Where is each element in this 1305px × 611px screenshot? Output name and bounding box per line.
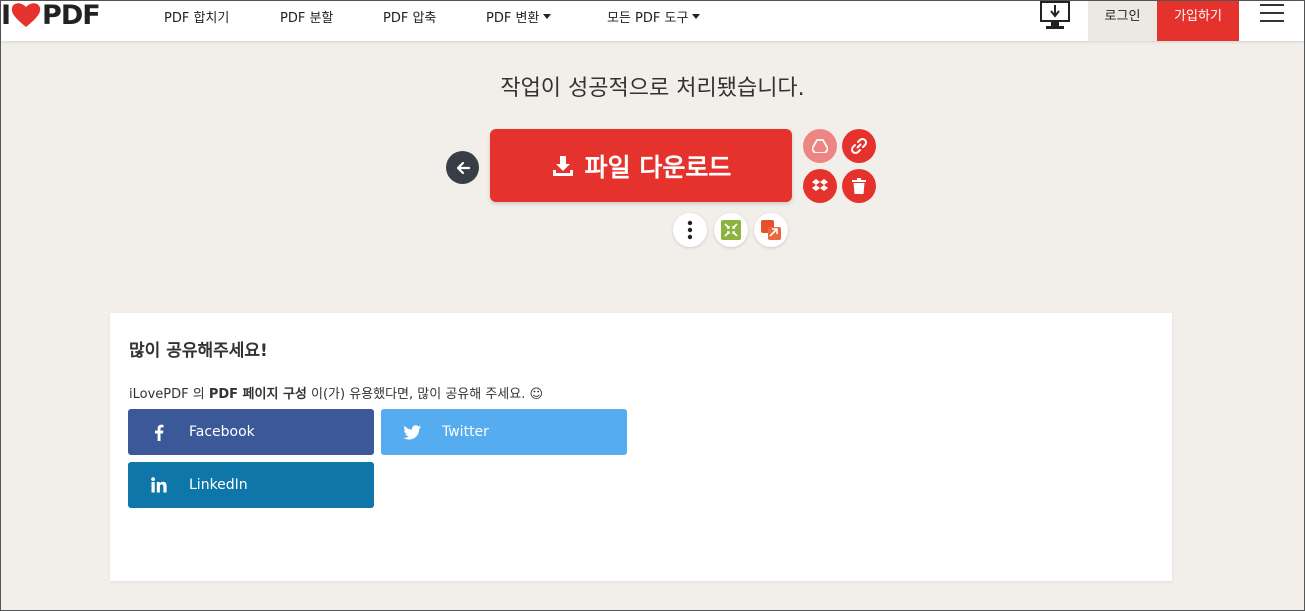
trash-icon: [852, 178, 866, 194]
more-options-button[interactable]: [673, 213, 707, 247]
logo-prefix: I: [1, 0, 11, 31]
logo-suffix: PDF: [42, 0, 101, 31]
compress-icon: [721, 220, 741, 240]
caret-down-icon: [692, 14, 701, 19]
nav-label: PDF 압축: [383, 11, 437, 26]
dropbox-icon: [812, 179, 828, 191]
nav-label: PDF 합치기: [164, 11, 230, 26]
back-arrow-button[interactable]: [446, 151, 479, 184]
caret-down-icon: [543, 14, 552, 19]
twitter-icon: [402, 424, 421, 439]
nav-label: 모든 PDF 도구: [607, 11, 689, 26]
delete-button[interactable]: [842, 169, 876, 203]
linkedin-share-button[interactable]: LinkedIn: [128, 462, 374, 508]
copy-link-button[interactable]: [842, 129, 876, 163]
linkedin-label: LinkedIn: [189, 477, 248, 493]
link-icon: [850, 137, 868, 155]
download-icon: [552, 155, 573, 176]
hamburger-menu-icon[interactable]: [1260, 4, 1284, 24]
nav-convert-pdf[interactable]: PDF 변환: [486, 7, 552, 26]
nav-merge-pdf[interactable]: PDF 합치기: [164, 7, 229, 26]
share-description: iLovePDF 의 PDF 페이지 구성 이(가) 유용했다면, 많이 공유해…: [129, 383, 543, 402]
desktop-download-icon[interactable]: [1039, 1, 1071, 31]
share-text-prefix: iLovePDF 의: [129, 387, 209, 402]
facebook-icon: [154, 424, 163, 441]
nav-label: PDF 분할: [280, 11, 334, 26]
google-drive-button[interactable]: [803, 129, 837, 163]
share-tool-name: PDF 페이지 구성: [208, 387, 307, 402]
login-button[interactable]: 로그인: [1088, 1, 1157, 41]
heart-logo-icon: [11, 3, 41, 28]
facebook-share-button[interactable]: Facebook: [128, 409, 374, 455]
ilovepdf-logo[interactable]: I PDF: [1, 0, 101, 33]
arrow-left-icon: [456, 161, 470, 174]
vertical-dots-icon: [687, 220, 693, 240]
download-label: 파일 다운로드: [584, 152, 732, 182]
nav-compress-pdf[interactable]: PDF 압축: [383, 7, 436, 26]
share-title: 많이 공유해주세요!: [129, 341, 268, 361]
nav-all-tools[interactable]: 모든 PDF 도구: [607, 7, 701, 26]
convert-pdf-tool-button[interactable]: [754, 213, 788, 247]
dropbox-button[interactable]: [803, 169, 837, 203]
download-file-button[interactable]: 파일 다운로드: [490, 129, 792, 202]
convert-icon: [761, 220, 781, 240]
share-text-suffix: 이(가) 유용했다면, 많이 공유해 주세요. ☺: [306, 387, 544, 402]
linkedin-icon: [150, 477, 167, 493]
google-drive-icon: [812, 139, 828, 153]
nav-split-pdf[interactable]: PDF 분할: [280, 7, 333, 26]
nav-label: PDF 변환: [486, 11, 540, 26]
share-card: 많이 공유해주세요! iLovePDF 의 PDF 페이지 구성 이(가) 유용…: [110, 313, 1172, 581]
twitter-label: Twitter: [442, 424, 489, 440]
facebook-label: Facebook: [189, 424, 255, 440]
twitter-share-button[interactable]: Twitter: [381, 409, 627, 455]
signup-button[interactable]: 가입하기: [1157, 1, 1239, 41]
compress-pdf-tool-button[interactable]: [714, 213, 748, 247]
top-navbar: I PDF PDF 합치기 PDF 분할 PDF 압축 PDF 변환 모든 PD…: [1, 0, 1304, 41]
success-title: 작업이 성공적으로 처리됐습니다.: [500, 76, 805, 101]
